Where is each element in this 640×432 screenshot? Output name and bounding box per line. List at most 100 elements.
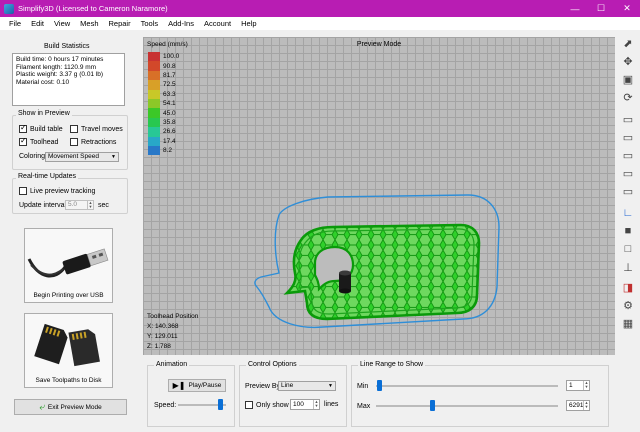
min-slider-thumb[interactable]: [377, 380, 382, 391]
spin-arrows-icon[interactable]: ▲ ▼: [583, 381, 589, 390]
retractions-label: Retractions: [81, 138, 117, 146]
max-slider-track[interactable]: [376, 405, 558, 407]
preview-viewport[interactable]: Preview Mode Speed (mm/s) 100.0 90.8 81.7 7…: [143, 37, 615, 355]
stat-material-cost: Material cost: 0.10: [16, 78, 70, 86]
chevron-down-icon: ▼: [328, 383, 333, 389]
view-front-icon[interactable]: ▭: [620, 129, 636, 145]
min-value-input[interactable]: 1 ▲ ▼: [566, 380, 590, 391]
solid-view-icon[interactable]: ■: [620, 223, 636, 239]
close-icon[interactable]: ✕: [614, 0, 640, 17]
exit-preview-label: Exit Preview Mode: [47, 403, 102, 411]
only-show-lines-input[interactable]: 100 ▲ ▼: [290, 399, 320, 410]
preview-by-label: Preview By: [245, 383, 281, 390]
menu-edit[interactable]: Edit: [26, 19, 49, 28]
toolhead-x: X: 140.368: [147, 323, 179, 330]
coloring-value: Movement Speed: [48, 153, 99, 160]
max-label: Max: [357, 403, 371, 410]
checkbox-icon: [70, 138, 78, 146]
toolhead-marker: [339, 270, 351, 294]
max-slider-thumb[interactable]: [430, 400, 435, 411]
zoom-icon[interactable]: ▣: [620, 71, 636, 87]
begin-printing-usb-button[interactable]: Begin Printing over USB: [24, 228, 113, 303]
menu-bar: File Edit View Mesh Repair Tools Add-Ins…: [0, 17, 640, 30]
animation-title: Animation: [154, 361, 190, 368]
axes-icon[interactable]: ∟: [620, 205, 636, 221]
animation-group: Animation ▶❚ Play/Pause Speed:: [147, 361, 235, 427]
min-slider-track[interactable]: [376, 385, 558, 387]
toolhead-position: Toolhead Position X: 140.368 Y: 129.011 …: [147, 312, 198, 352]
back-arrow-icon: ⤶: [39, 401, 45, 413]
build-statistics-title: Build Statistics: [44, 43, 90, 50]
live-preview-tracking-checkbox[interactable]: Live preview tracking: [19, 187, 95, 195]
wireframe-icon[interactable]: □: [620, 241, 636, 257]
stat-filament-length: Filament length: 1120.9 mm: [16, 63, 97, 71]
app-icon: [4, 3, 14, 14]
menu-file[interactable]: File: [4, 19, 26, 28]
play-pause-icon: ▶❚: [172, 381, 186, 390]
settings-gear-icon[interactable]: ⚙: [620, 297, 636, 313]
supports-icon[interactable]: ▦: [620, 315, 636, 331]
view-left-icon[interactable]: ▭: [620, 165, 636, 181]
menu-mesh[interactable]: Mesh: [75, 19, 103, 28]
toolpath-render: [254, 194, 500, 329]
move-icon[interactable]: ✥: [620, 53, 636, 69]
speed-label: Speed:: [154, 402, 177, 409]
max-value: 6291: [569, 402, 584, 409]
only-show-value: 100: [293, 401, 304, 408]
toolhead-y: Y: 129.011: [147, 333, 178, 340]
stat-build-time: Build time: 0 hours 17 minutes: [16, 56, 104, 63]
axis-z-icon[interactable]: ⊥: [620, 259, 636, 275]
spin-arrows-icon[interactable]: ▲ ▼: [87, 201, 93, 209]
begin-printing-usb-label: Begin Printing over USB: [33, 292, 104, 299]
menu-repair[interactable]: Repair: [104, 19, 136, 28]
line-range-group: Line Range to Show Min 1 ▲ ▼ Max 6291 ▲ ▼: [351, 361, 609, 427]
coloring-label: Coloring: [19, 153, 46, 160]
chevron-down-icon: ▼: [111, 154, 116, 160]
checkbox-icon: [19, 187, 27, 195]
select-cursor-icon[interactable]: ⬈: [620, 35, 636, 51]
minimize-icon[interactable]: —: [562, 0, 588, 17]
travel-moves-checkbox[interactable]: Travel moves: [70, 125, 123, 133]
view-top-icon[interactable]: ▭: [620, 147, 636, 163]
control-options-group: Control Options Preview By Line ▼ Only s…: [239, 361, 347, 427]
menu-addins[interactable]: Add-Ins: [163, 19, 199, 28]
rotate-icon[interactable]: ⟳: [620, 89, 636, 105]
menu-tools[interactable]: Tools: [136, 19, 164, 28]
control-options-title: Control Options: [246, 361, 299, 368]
build-table-checkbox[interactable]: Build table: [19, 123, 63, 133]
preview-by-select[interactable]: Line ▼: [278, 381, 336, 391]
toolhead-z: Z: 1.788: [147, 343, 171, 350]
save-toolpaths-button[interactable]: Save Toolpaths to Disk: [24, 313, 113, 388]
build-table-label: Build table: [30, 125, 63, 133]
menu-account[interactable]: Account: [199, 19, 236, 28]
checkbox-icon: [19, 123, 27, 133]
play-pause-button[interactable]: ▶❚ Play/Pause: [168, 379, 226, 392]
max-value-input[interactable]: 6291 ▲ ▼: [566, 400, 590, 411]
speed-slider-thumb[interactable]: [218, 399, 223, 410]
spin-arrows-icon[interactable]: ▲ ▼: [583, 401, 589, 410]
view-iso-icon[interactable]: ▭: [620, 111, 636, 127]
menu-view[interactable]: View: [49, 19, 75, 28]
only-show-checkbox[interactable]: Only show: [245, 401, 289, 409]
preview-by-value: Line: [281, 382, 294, 389]
min-label: Min: [357, 383, 369, 390]
retractions-checkbox[interactable]: Retractions: [70, 138, 116, 146]
toolhead-label: Toolhead: [30, 138, 59, 146]
view-right-icon[interactable]: ▭: [620, 183, 636, 199]
menu-help[interactable]: Help: [236, 19, 261, 28]
maximize-icon[interactable]: ☐: [588, 0, 614, 17]
exit-preview-button[interactable]: ⤶ Exit Preview Mode: [14, 399, 127, 415]
update-interval-input[interactable]: 5.0 ▲ ▼: [65, 200, 94, 210]
coloring-select[interactable]: Movement Speed ▼: [45, 152, 119, 162]
title-bar: Simplify3D (Licensed to Cameron Naramore…: [0, 0, 640, 17]
update-interval-label: Update interval: [19, 202, 67, 209]
toolhead-position-title: Toolhead Position: [147, 313, 199, 320]
cross-section-icon[interactable]: ◨: [620, 279, 636, 295]
lines-unit-label: lines: [324, 401, 339, 408]
toolhead-checkbox[interactable]: Toolhead: [19, 136, 59, 146]
live-preview-tracking-label: Live preview tracking: [30, 187, 96, 195]
build-statistics-box: Build time: 0 hours 17 minutes Filament …: [12, 53, 125, 106]
bottom-controls: Animation ▶❚ Play/Pause Speed: Control O…: [143, 356, 616, 432]
spin-arrows-icon[interactable]: ▲ ▼: [313, 400, 319, 409]
travel-moves-label: Travel moves: [81, 125, 123, 133]
